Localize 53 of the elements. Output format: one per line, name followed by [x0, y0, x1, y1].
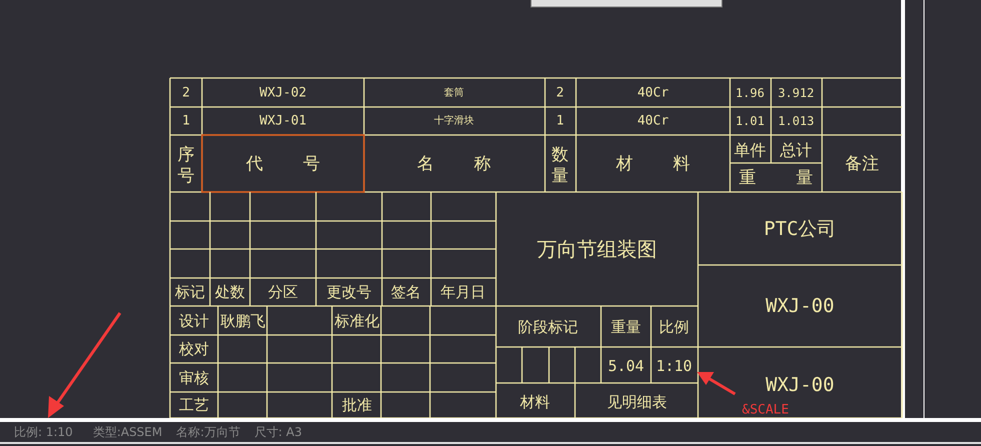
approval-label: 工艺 [179, 396, 209, 414]
part-code: WXJ-01 [260, 114, 306, 128]
approval-label: 标准化 [334, 312, 380, 330]
revision-header: 年月日 [440, 283, 486, 301]
scale-label: 比例 [659, 318, 689, 336]
status-text: 名称:万向节 [176, 424, 240, 440]
total-weight: 3.912 [778, 86, 814, 100]
approver-name: 耿鹏飞 [220, 312, 266, 330]
material-value: 见明细表 [607, 393, 667, 411]
part-code: WXJ-02 [260, 86, 306, 100]
company-name: PTC公司 [764, 218, 836, 240]
unit-weight: 1.96 [736, 86, 764, 100]
part-name: 套筒 [444, 88, 464, 98]
column-header: 名 称 [416, 154, 492, 174]
annotation-text: &SCALE [742, 402, 789, 418]
revision-header: 更改号 [326, 283, 372, 301]
status-text: 尺寸: A3 [254, 424, 302, 440]
approval-label: 批准 [342, 396, 372, 414]
material-label: 材料 [520, 393, 550, 411]
column-header: 总计 [780, 140, 812, 160]
scale-value: 1:10 [656, 357, 692, 375]
column-header: 数量 [552, 145, 568, 186]
drawing-number: WXJ-00 [766, 374, 834, 396]
revision-header: 处数 [215, 283, 245, 301]
unit-weight: 1.01 [736, 114, 764, 128]
total-weight: 1.013 [778, 114, 814, 128]
column-header: 材 料 [616, 154, 690, 174]
part-material: 40Cr [637, 114, 669, 128]
weight-label: 重量 [611, 318, 641, 336]
stage-label: 阶段标记 [518, 318, 578, 336]
status-text: 比例: 1:10 [14, 424, 73, 440]
approval-label: 设计 [179, 312, 209, 330]
part-quantity: 2 [556, 86, 564, 100]
part-quantity: 1 [556, 114, 564, 128]
part-name: 十字滑块 [434, 116, 474, 126]
approval-label: 校对 [179, 340, 209, 358]
drawing-title: 万向节组装图 [537, 237, 657, 261]
column-header: 序号 [178, 145, 194, 186]
revision-header: 分区 [268, 283, 298, 301]
column-header: 代 号 [246, 154, 320, 174]
revision-header: 签名 [391, 283, 421, 301]
arrow-drawing [697, 372, 736, 396]
item-number: 1 [182, 114, 190, 128]
column-header: 单件 [734, 140, 766, 160]
status-text: 类型:ASSEM [92, 424, 162, 440]
approval-label: 审核 [179, 369, 209, 387]
revision-header: 标记 [175, 283, 205, 301]
column-header: 备注 [845, 154, 879, 174]
drawing-number: WXJ-00 [766, 295, 834, 317]
weight-value: 5.04 [608, 357, 644, 375]
column-header: 重 量 [738, 168, 814, 188]
part-material: 40Cr [637, 86, 669, 100]
item-number: 2 [182, 86, 190, 100]
